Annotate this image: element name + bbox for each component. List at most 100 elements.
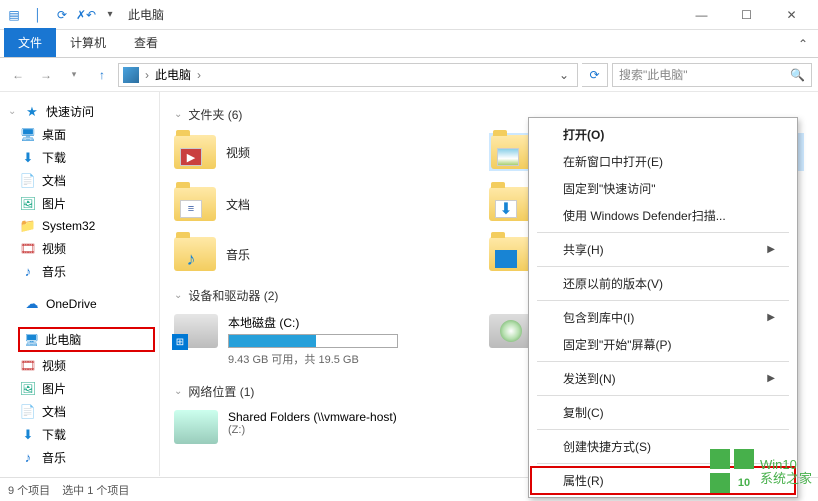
submenu-arrow-icon: ▶ (767, 244, 775, 255)
group-label: 设备和驱动器 (2) (188, 287, 278, 304)
menu-share[interactable]: 共享(H)▶ (531, 236, 795, 263)
pc-icon (123, 67, 139, 83)
menu-send-to[interactable]: 发送到(N)▶ (531, 365, 795, 392)
sidebar-label: 音乐 (42, 263, 66, 280)
drive-icon: ⊞ (174, 314, 218, 348)
titlebar: ▤ │ ⟳ ✗↶ ▾ 此电脑 — ☐ ✕ (0, 0, 818, 30)
maximize-button[interactable]: ☐ (724, 1, 769, 29)
sidebar-item-videos-pc[interactable]: 🎞视频 (0, 354, 159, 377)
sidebar-label: 快速访问 (46, 103, 94, 120)
sidebar-label: 桌面 (42, 126, 66, 143)
chevron-down-icon: ⌄ (174, 109, 182, 120)
context-menu: 打开(O) 在新窗口中打开(E) 固定到"快速访问" 使用 Windows De… (528, 117, 798, 498)
folder-icon: ♪ (174, 237, 216, 271)
folder-videos[interactable]: ▶ 视频 (174, 133, 489, 171)
sidebar-item-thispc[interactable]: 🖥 此电脑 (18, 327, 155, 352)
chevron-down-icon: ⌄ (174, 290, 182, 301)
sidebar-item-music-pc[interactable]: ♪音乐 (0, 446, 159, 469)
drive-c[interactable]: ⊞ 本地磁盘 (C:) 9.43 GB 可用，共 19.5 GB (174, 314, 489, 367)
download-icon: ⬇ (20, 427, 36, 443)
menu-restore-versions[interactable]: 还原以前的版本(V) (531, 270, 795, 297)
sidebar-label: 文档 (42, 403, 66, 420)
sync-icon[interactable]: ⟳ (52, 5, 72, 25)
search-input[interactable]: 搜索"此电脑" 🔍 (612, 63, 812, 87)
star-icon: ★ (24, 104, 40, 120)
back-button[interactable]: ← (6, 63, 30, 87)
status-item-count: 9 个项目 (8, 482, 50, 498)
sidebar-item-documents-pc[interactable]: 📄 文档 (0, 400, 159, 423)
address-dropdown-icon[interactable]: ⌄ (555, 68, 573, 82)
folder-music[interactable]: ♪ 音乐 (174, 237, 489, 271)
refresh-button[interactable]: ⟳ (582, 63, 608, 87)
folder-label: 音乐 (226, 246, 250, 263)
menu-pin-start[interactable]: 固定到"开始"屏幕(P) (531, 331, 795, 358)
minimize-button[interactable]: — (679, 1, 724, 29)
menu-separator (537, 300, 789, 301)
sidebar-item-videos[interactable]: 🎞视频 (0, 237, 159, 260)
up-button[interactable]: ↑ (90, 63, 114, 87)
ribbon-collapse-button[interactable]: ⌃ (788, 31, 818, 57)
breadcrumb-root[interactable]: 此电脑 (155, 66, 191, 83)
sidebar-label: 此电脑 (45, 331, 81, 348)
network-name: Shared Folders (\\vmware-host) (228, 410, 489, 424)
video-icon: 🎞 (20, 358, 36, 374)
history-dropdown[interactable]: ▾ (62, 63, 86, 87)
document-icon: 📄 (20, 404, 36, 420)
sidebar-label: 文档 (42, 172, 66, 189)
watermark-text: Win10 系统之家 (760, 458, 812, 487)
tab-view[interactable]: 查看 (120, 28, 172, 57)
watermark-logo-icon: 10 (710, 449, 756, 495)
menu-include-library[interactable]: 包含到库中(I)▶ (531, 304, 795, 331)
ribbon: 文件 计算机 查看 ⌃ (0, 30, 818, 58)
tab-computer[interactable]: 计算机 (56, 28, 120, 57)
folder-icon: ⬇ (489, 187, 531, 221)
navbar: ← → ▾ ↑ › 此电脑 › ⌄ ⟳ 搜索"此电脑" 🔍 (0, 58, 818, 92)
menu-copy[interactable]: 复制(C) (531, 399, 795, 426)
chevron-down-icon: ⌄ (174, 386, 182, 397)
breadcrumb-sep-icon: › (145, 68, 149, 82)
address-bar[interactable]: › 此电脑 › ⌄ (118, 63, 578, 87)
sidebar-item-downloads[interactable]: ⬇下载 (0, 146, 159, 169)
sidebar-item-system32[interactable]: 📁System32 (0, 215, 159, 237)
menu-open-new-window[interactable]: 在新窗口中打开(E) (531, 148, 795, 175)
undo-icon[interactable]: ✗↶ (76, 5, 96, 25)
sidebar-item-onedrive[interactable]: ☁ OneDrive (0, 293, 159, 315)
network-drive-icon (174, 410, 218, 444)
folder-documents[interactable]: ≡ 文档 (174, 187, 489, 221)
network-shared[interactable]: Shared Folders (\\vmware-host) (Z:) (174, 410, 489, 444)
close-button[interactable]: ✕ (769, 1, 814, 29)
menu-separator (537, 232, 789, 233)
status-selected-count: 选中 1 个项目 (62, 482, 129, 498)
submenu-arrow-icon: ▶ (767, 373, 775, 384)
menu-defender-scan[interactable]: 使用 Windows Defender扫描... (531, 202, 795, 229)
watermark: 10 Win10 系统之家 (710, 449, 812, 495)
sidebar-item-pictures[interactable]: 🖼图片 (0, 192, 159, 215)
music-icon: ♪ (20, 264, 36, 280)
menu-open[interactable]: 打开(O) (531, 121, 795, 148)
window-title: 此电脑 (128, 6, 164, 23)
sidebar-item-downloads-pc[interactable]: ⬇下载 (0, 423, 159, 446)
sidebar-label: OneDrive (46, 297, 97, 311)
sidebar-label: 视频 (42, 240, 66, 257)
pc-icon: 🖥 (24, 333, 39, 347)
sidebar-label: 音乐 (42, 449, 66, 466)
folder-icon (491, 135, 533, 169)
sidebar-label: System32 (42, 219, 95, 233)
network-sub: (Z:) (228, 424, 489, 436)
tab-file[interactable]: 文件 (4, 28, 56, 57)
sidebar-item-documents[interactable]: 📄文档 (0, 169, 159, 192)
expand-icon[interactable]: ⌄ (8, 106, 18, 117)
sidebar-item-pictures-pc[interactable]: 🖼图片 (0, 377, 159, 400)
folder-icon (489, 237, 531, 271)
folder-icon: ≡ (174, 187, 216, 221)
qat-dropdown-icon[interactable]: ▾ (100, 5, 120, 25)
sidebar-item-music[interactable]: ♪ 音乐 (0, 260, 159, 283)
sidebar-item-quick-access[interactable]: ⌄ ★ 快速访问 (0, 100, 159, 123)
menu-pin-quick-access[interactable]: 固定到"快速访问" (531, 175, 795, 202)
search-icon: 🔍 (790, 68, 805, 82)
forward-button[interactable]: → (34, 63, 58, 87)
sidebar-item-desktop[interactable]: 🖥桌面 (0, 123, 159, 146)
drive-info: 本地磁盘 (C:) 9.43 GB 可用，共 19.5 GB (228, 314, 489, 367)
app-icon: ▤ (4, 5, 24, 25)
folder-label: 视频 (226, 144, 250, 161)
